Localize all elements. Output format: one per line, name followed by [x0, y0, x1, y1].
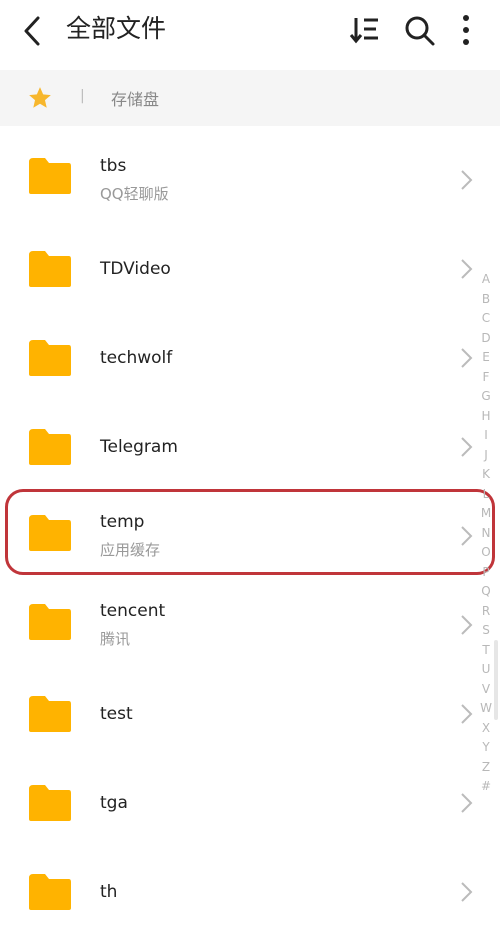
alpha-letter[interactable]: R [478, 602, 494, 622]
alpha-letter[interactable]: P [478, 563, 494, 583]
folder-icon [29, 785, 71, 821]
page-title: 全部文件 [66, 14, 167, 43]
alpha-letter[interactable]: M [478, 504, 494, 524]
folder-icon [29, 696, 71, 732]
chevron-right-icon [461, 793, 473, 813]
alpha-letter[interactable]: X [478, 719, 494, 739]
file-subtitle: QQ轻聊版 [100, 185, 169, 203]
file-row-test[interactable]: test [0, 660, 500, 749]
alpha-letter[interactable]: N [478, 524, 494, 544]
alpha-letter[interactable]: J [478, 446, 494, 466]
file-name: tga [100, 793, 128, 813]
breadcrumb-item-storage[interactable]: 存储盘 [111, 86, 159, 110]
file-name: test [100, 704, 133, 724]
alpha-letter[interactable]: K [478, 465, 494, 485]
alpha-letter[interactable]: G [478, 387, 494, 407]
file-name: TDVideo [100, 259, 171, 279]
folder-icon [29, 340, 71, 376]
file-name: techwolf [100, 348, 173, 368]
star-icon[interactable] [27, 85, 53, 111]
file-name: Telegram [100, 437, 178, 457]
scrollbar[interactable] [494, 640, 498, 720]
chevron-right-icon [461, 170, 473, 190]
sort-icon[interactable] [348, 13, 382, 47]
folder-icon [29, 158, 71, 194]
alphabet-index[interactable]: A B C D E F G H I J K L M N O P Q R S T … [478, 270, 494, 797]
alpha-letter[interactable]: A [478, 270, 494, 290]
alpha-letter[interactable]: V [478, 680, 494, 700]
folder-icon [29, 604, 71, 640]
file-name: th [100, 882, 118, 902]
breadcrumb: | 存储盘 [0, 70, 500, 126]
back-arrow-icon[interactable] [18, 14, 52, 48]
app-header: 全部文件 [0, 0, 500, 70]
file-row-tbs[interactable]: tbs QQ轻聊版 [0, 126, 500, 215]
alpha-letter[interactable]: B [478, 290, 494, 310]
chevron-right-icon [461, 615, 473, 635]
alpha-letter[interactable]: O [478, 543, 494, 563]
folder-icon [29, 429, 71, 465]
highlight-outline [5, 489, 495, 575]
chevron-right-icon [461, 437, 473, 457]
file-row-tdvideo[interactable]: TDVideo [0, 215, 500, 304]
alpha-letter[interactable]: Z [478, 758, 494, 778]
file-row-tencent[interactable]: tencent 腾讯 [0, 571, 500, 660]
alpha-letter[interactable]: L [478, 485, 494, 505]
more-vertical-icon[interactable] [452, 13, 486, 47]
alpha-letter[interactable]: T [478, 641, 494, 661]
search-icon[interactable] [402, 13, 436, 47]
alpha-letter[interactable]: # [478, 777, 494, 797]
file-row-techwolf[interactable]: techwolf [0, 304, 500, 393]
file-row-tga[interactable]: tga [0, 749, 500, 838]
alpha-letter[interactable]: D [478, 329, 494, 349]
folder-icon [29, 874, 71, 910]
alpha-letter[interactable]: U [478, 660, 494, 680]
breadcrumb-separator: | [80, 88, 85, 104]
chevron-right-icon [461, 259, 473, 279]
alpha-letter[interactable]: S [478, 621, 494, 641]
alpha-letter[interactable]: F [478, 368, 494, 388]
alpha-letter[interactable]: C [478, 309, 494, 329]
alpha-letter[interactable]: Q [478, 582, 494, 602]
alpha-letter[interactable]: W [478, 699, 494, 719]
alpha-letter[interactable]: I [478, 426, 494, 446]
chevron-right-icon [461, 882, 473, 902]
alpha-letter[interactable]: Y [478, 738, 494, 758]
file-subtitle: 腾讯 [100, 630, 131, 648]
chevron-right-icon [461, 704, 473, 724]
folder-icon [29, 251, 71, 287]
file-row-telegram[interactable]: Telegram [0, 393, 500, 482]
alpha-letter[interactable]: E [478, 348, 494, 368]
file-name: tencent [100, 601, 166, 621]
chevron-right-icon [461, 348, 473, 368]
file-row-th[interactable]: th [0, 838, 500, 927]
file-name: tbs [100, 156, 127, 176]
alpha-letter[interactable]: H [478, 407, 494, 427]
